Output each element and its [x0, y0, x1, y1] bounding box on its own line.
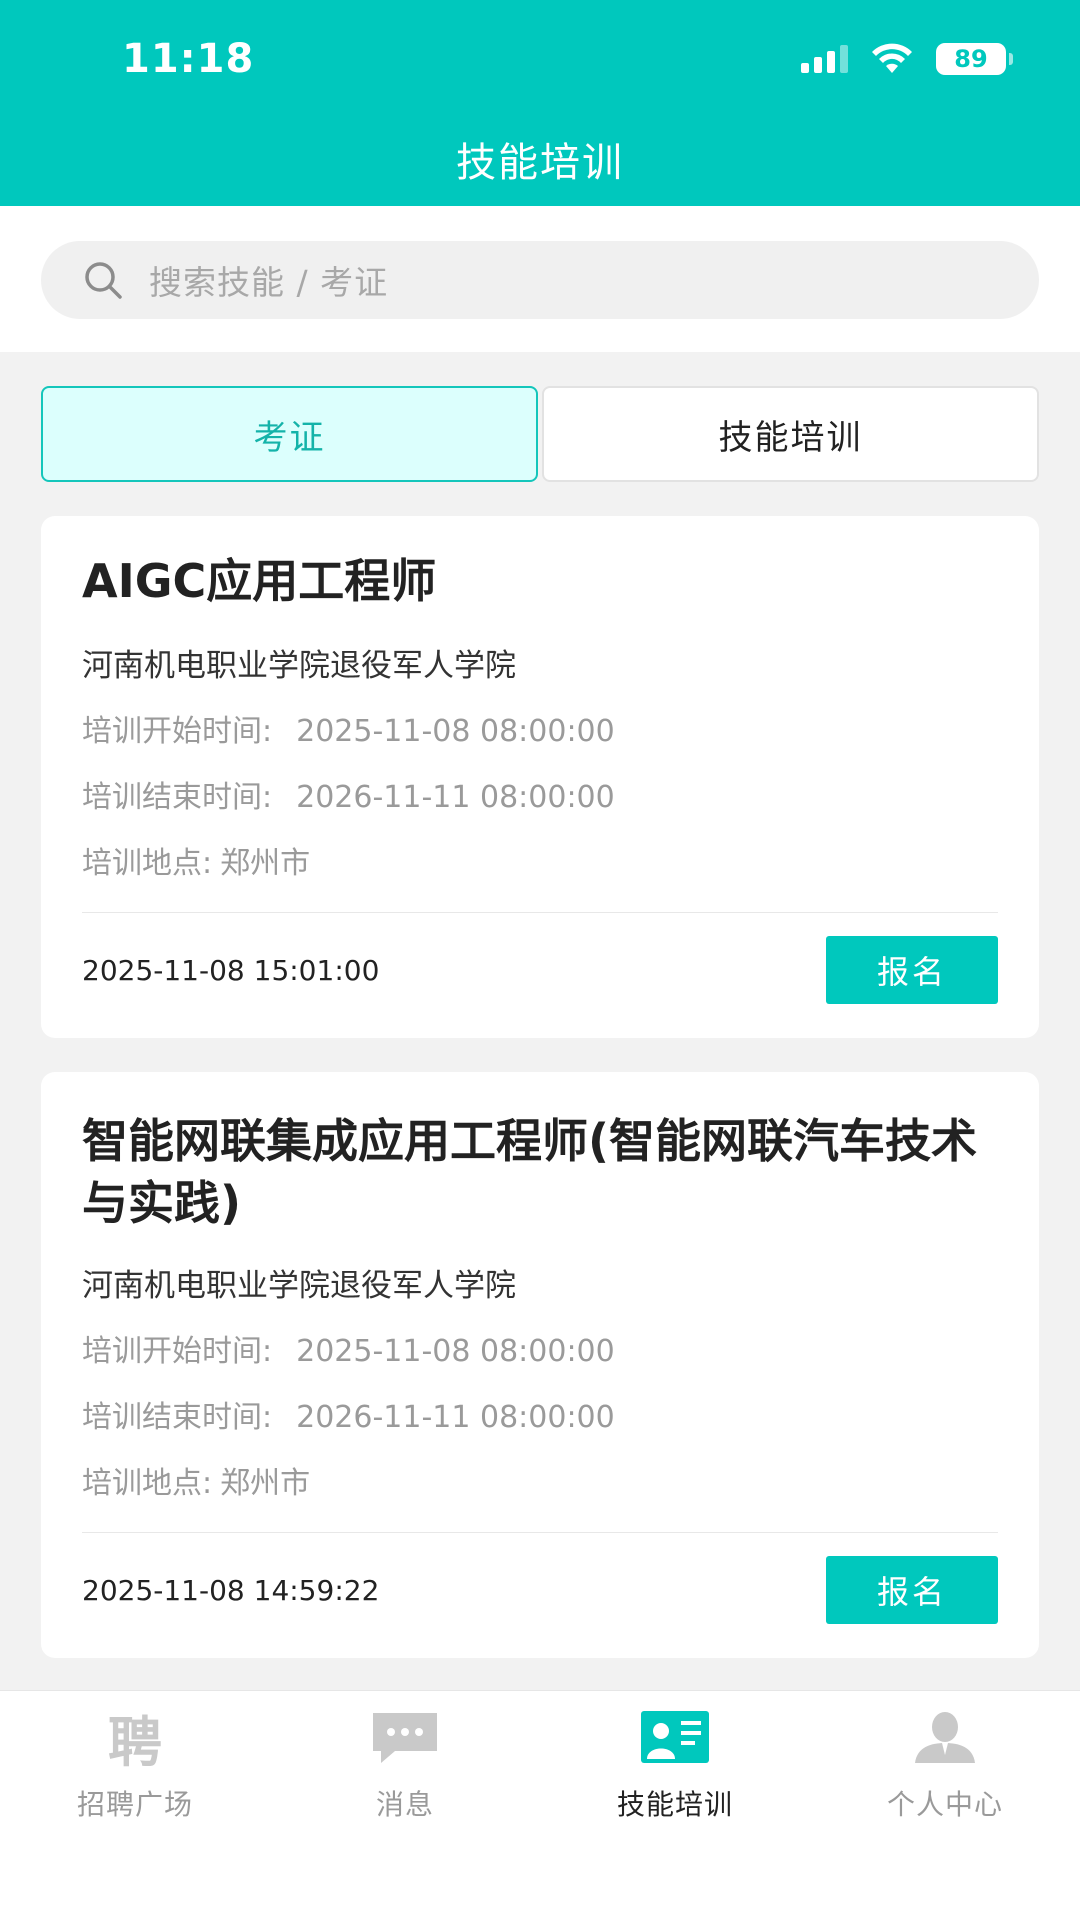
card-end-time: 培训结束时间: 2026-11-11 08:00:00: [82, 1400, 615, 1435]
card-publish-date: 2025-11-08 15:01:00: [82, 954, 380, 987]
nav-label-messages: 消息: [375, 1788, 434, 1821]
card-publish-date: 2025-11-08 14:59:22: [82, 1574, 380, 1607]
card-org: 河南机电职业学院退役军人学院: [82, 1268, 516, 1304]
nav-label-recruit: 招聘广场: [76, 1788, 193, 1821]
profile-icon: [915, 1712, 975, 1763]
training-icon: [641, 1711, 709, 1763]
training-card[interactable]: AIGC应用工程师 河南机电职业学院退役军人学院 培训开始时间: 2025-11-…: [41, 516, 1039, 1038]
search-area: 搜索技能 / 考证: [0, 206, 1080, 352]
search-placeholder: 搜索技能 / 考证: [149, 263, 389, 302]
card-org: 河南机电职业学院退役军人学院: [82, 648, 516, 684]
nav-label-profile: 个人中心: [886, 1788, 1003, 1821]
battery-icon: 89: [936, 43, 1013, 75]
search-input[interactable]: 搜索技能 / 考证: [41, 241, 1039, 319]
card-title: 智能网联集成应用工程师(智能网联汽车技术与实践): [82, 1114, 978, 1230]
page-title: 技能培训: [456, 140, 624, 186]
card-location: 培训地点: 郑州市: [82, 846, 311, 881]
card-start-time: 培训开始时间: 2025-11-08 08:00:00: [82, 714, 615, 749]
tab-skill-training[interactable]: 技能培训: [542, 386, 1039, 482]
card-location: 培训地点: 郑州市: [82, 1466, 311, 1501]
message-icon: [373, 1713, 437, 1763]
training-card[interactable]: 智能网联集成应用工程师(智能网联汽车技术与实践) 河南机电职业学院退役军人学院 …: [41, 1072, 1039, 1658]
wifi-icon: [872, 43, 912, 73]
nav-item-messages[interactable]: 消息: [270, 1691, 540, 1841]
nav-item-recruit[interactable]: 聘 招聘广场: [0, 1691, 270, 1841]
search-icon: [85, 262, 122, 299]
card-end-time: 培训结束时间: 2026-11-11 08:00:00: [82, 780, 615, 815]
status-icons: 89: [801, 42, 1013, 76]
status-time: 11:18: [122, 36, 255, 82]
signal-icon: [801, 45, 848, 73]
nav-item-training[interactable]: 技能培训: [540, 1691, 810, 1841]
bottom-nav: 聘 招聘广场 消息 技能培训 个人中心: [0, 1690, 1080, 1920]
card-divider: [82, 1532, 998, 1533]
card-divider: [82, 912, 998, 913]
recruit-icon: 聘: [108, 1710, 162, 1774]
nav-label-training: 技能培训: [616, 1788, 733, 1821]
app-header: 11:18 89 技能培训: [0, 0, 1080, 206]
tab-certification[interactable]: 考证: [41, 386, 538, 482]
nav-item-profile[interactable]: 个人中心: [810, 1691, 1080, 1841]
card-title: AIGC应用工程师: [82, 554, 437, 608]
signup-button[interactable]: 报名: [826, 1556, 998, 1624]
card-start-time: 培训开始时间: 2025-11-08 08:00:00: [82, 1334, 615, 1369]
category-tabs: 考证 技能培训: [41, 386, 1039, 482]
signup-button[interactable]: 报名: [826, 936, 998, 1004]
